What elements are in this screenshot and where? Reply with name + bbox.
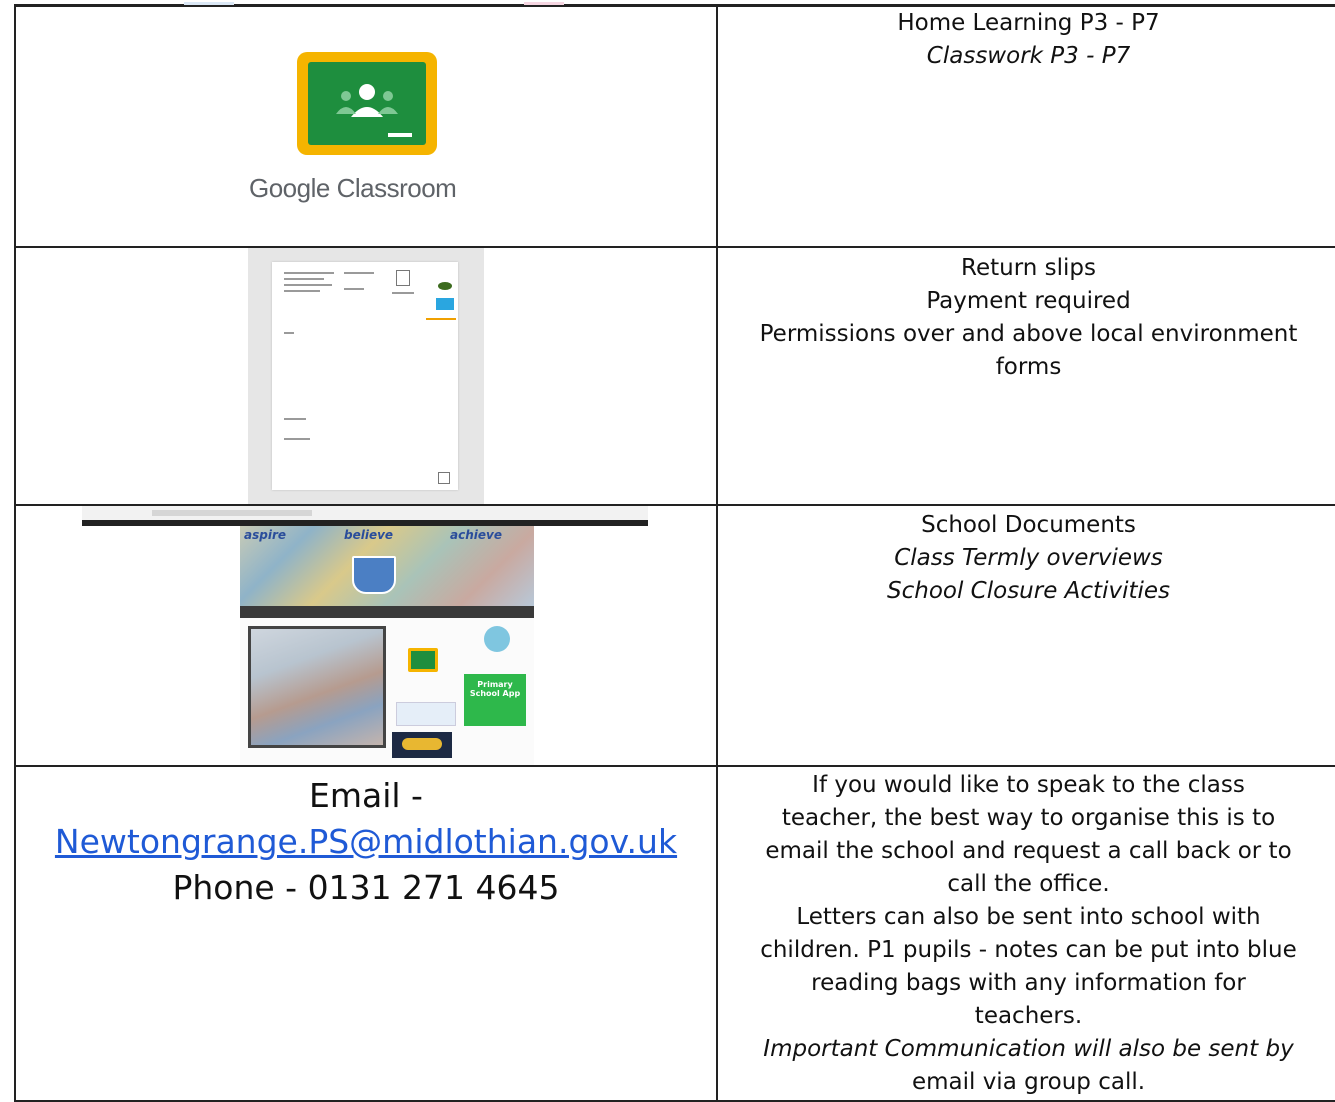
contact-block: Email - Newtongrange.PS@midlothian.gov.u… [17,773,715,911]
globe-icon [484,626,510,652]
website-photo [248,626,386,748]
phone-number: Phone - 0131 271 4645 [172,868,560,907]
browser-toolbar [82,507,648,521]
google-classroom-small-icon [408,648,438,672]
email-label: Email - [309,776,423,815]
website-banner: aspire believe achieve [240,526,534,606]
contact-cell: Email - Newtongrange.PS@midlothian.gov.u… [14,765,718,1102]
school-crest-icon [352,556,396,594]
classwork-line: Classwork P3 - P7 [926,43,1131,69]
slip-text-line [284,284,332,286]
return-slips-line: Return slips [961,255,1096,281]
contact-info-line: call the office. [947,871,1110,897]
return-slip-thumbnail [248,249,484,503]
google-classroom-logo-text: Google Classroom [249,173,457,203]
table-row-contact: Email - Newtongrange.PS@midlothian.gov.u… [14,765,1335,1102]
sumdog-icon [392,732,452,758]
chalk-icon [388,133,412,137]
slip-text-line [284,278,324,280]
banner-word: believe [344,528,394,542]
banner-word: aspire [244,528,286,542]
leaf-icon [438,282,452,290]
slip-text-line [284,290,320,292]
blue-logo-icon [436,298,454,310]
school-documents-line: School Documents [921,512,1136,538]
slip-orange-mark [426,318,456,320]
school-website-thumbnail: aspire believe achieve Primary School Ap… [240,526,534,764]
contact-info-line: email via group call. [911,1069,1146,1095]
slip-text-line [344,288,364,290]
contact-info-line: email the school and request a call back… [765,838,1292,864]
contact-info-line: teacher, the best way to organise this i… [781,805,1276,831]
contact-info-line: teachers. [974,1003,1083,1029]
chalkboard-shape [308,62,426,145]
slip-text-line [392,292,414,294]
return-slip-page [272,262,458,490]
class-termly-line: Class Termly overviews [894,545,1163,571]
slip-text-line [284,272,334,274]
contact-info-line: Important Communication will also be sen… [763,1036,1294,1062]
contact-info-line: children. P1 pupils - notes can be put i… [760,937,1297,963]
slip-text-line [284,332,294,334]
seesaw-icon [396,702,456,726]
return-slips-cell: Return slips Payment required Permission… [716,246,1335,506]
google-classroom-icon [297,52,437,155]
return-slip-image-cell [14,246,718,506]
slip-text-line [284,438,310,440]
school-documents-cell: School Documents Class Termly overviews … [716,504,1335,767]
table-row-school-documents: aspire believe achieve Primary School Ap… [14,504,1335,767]
slip-crest-icon [396,270,410,286]
table-row-return-slips: Return slips Payment required Permission… [14,246,1335,506]
contact-info-line: If you would like to speak to the class [812,772,1245,798]
google-classroom-cell: Google Classroom [14,5,718,248]
payment-required-line: Payment required [926,288,1131,314]
table-row-google-classroom: Google Classroom Home Learning P3 - P7 C… [14,5,1335,248]
slip-footer-icon [438,472,450,484]
school-website-image-cell: aspire believe achieve Primary School Ap… [14,504,718,767]
slip-text-line [344,272,374,274]
contact-info-cell: If you would like to speak to the class … [716,765,1335,1102]
website-nav-bar [240,606,534,618]
banner-word: achieve [450,528,502,542]
home-learning-cell: Home Learning P3 - P7 Classwork P3 - P7 [716,5,1335,248]
school-closure-line: School Closure Activities [887,578,1170,604]
permissions-line: Permissions over and above local environ… [759,321,1298,347]
slip-text-line [284,418,306,420]
forms-line: forms [995,354,1062,380]
email-link[interactable]: Newtongrange.PS@midlothian.gov.uk [55,822,677,861]
contact-info-line: reading bags with any information for [811,970,1246,996]
browser-url-bar [152,510,312,516]
home-learning-line: Home Learning P3 - P7 [897,10,1160,36]
communication-table: Google Classroom Home Learning P3 - P7 C… [14,5,1335,1102]
primary-school-app-tile: Primary School App [464,674,526,726]
contact-info-line: Letters can also be sent into school wit… [796,904,1261,930]
